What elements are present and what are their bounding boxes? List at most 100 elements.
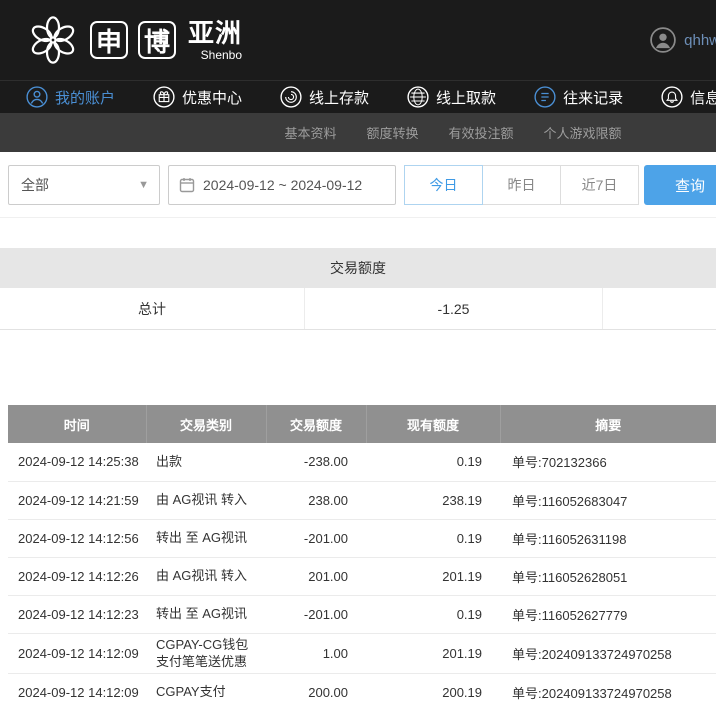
type-select[interactable]: 全部 ▼ bbox=[8, 165, 160, 205]
cell-balance: 201.19 bbox=[366, 633, 500, 673]
nav-item-records[interactable]: 往来记录 bbox=[534, 86, 623, 108]
brand-suffix: 亚洲 bbox=[188, 20, 242, 46]
summary-empty-cell bbox=[603, 288, 716, 329]
cell-time: 2024-09-12 14:12:09 bbox=[8, 673, 146, 704]
table-row: 2024-09-12 14:12:26由 AG视讯 转入201.00201.19… bbox=[8, 557, 716, 595]
chevron-down-icon: ▼ bbox=[138, 179, 149, 191]
brand-char-shen: 申 bbox=[90, 21, 128, 59]
nav-label: 线上存款 bbox=[309, 87, 369, 108]
cell-type: CGPAY支付 bbox=[146, 673, 266, 704]
nav-item-deposit[interactable]: 线上存款 bbox=[280, 86, 369, 108]
cell-balance: 0.19 bbox=[366, 443, 500, 481]
sub-nav: 基本资料 额度转换 有效投注额 个人游戏限额 bbox=[0, 113, 716, 152]
column-header: 交易类别 bbox=[146, 405, 266, 443]
flower-logo-icon bbox=[26, 13, 80, 67]
brand-logo[interactable]: 申 博 亚洲 Shenbo bbox=[26, 13, 242, 67]
cell-type: 由 AG视讯 转入 bbox=[146, 557, 266, 595]
nav-item-gift[interactable]: 优惠中心 bbox=[153, 86, 242, 108]
nav-item-bell[interactable]: 信息 bbox=[661, 86, 716, 108]
column-header: 摘要 bbox=[500, 405, 716, 443]
cell-balance: 200.19 bbox=[366, 673, 500, 704]
username: qhhw bbox=[684, 32, 716, 49]
cell-note: 单号:116052627779 bbox=[500, 595, 716, 633]
table-row: 2024-09-12 14:12:23转出 至 AG视讯-201.000.19单… bbox=[8, 595, 716, 633]
cell-balance: 0.19 bbox=[366, 519, 500, 557]
table-row: 2024-09-12 14:12:56转出 至 AG视讯-201.000.19单… bbox=[8, 519, 716, 557]
type-select-value: 全部 bbox=[21, 175, 49, 195]
table-row: 2024-09-12 14:12:09CGPAY-CG钱包支付笔笔送优惠1.00… bbox=[8, 633, 716, 673]
range-button[interactable]: 近7日 bbox=[560, 165, 639, 205]
cell-type: 转出 至 AG视讯 bbox=[146, 519, 266, 557]
summary-table: 交易额度 总计 -1.25 bbox=[0, 248, 716, 330]
cell-type: 由 AG视讯 转入 bbox=[146, 481, 266, 519]
brand-char-bo: 博 bbox=[138, 21, 176, 59]
nav-label: 信息 bbox=[690, 87, 716, 108]
date-range-input[interactable]: 2024-09-12 ~ 2024-09-12 bbox=[168, 165, 396, 205]
cell-time: 2024-09-12 14:21:59 bbox=[8, 481, 146, 519]
calendar-icon bbox=[179, 177, 195, 193]
withdraw-icon bbox=[407, 86, 429, 108]
bell-icon bbox=[661, 86, 683, 108]
summary-label: 总计 bbox=[0, 288, 305, 329]
nav-label: 线上取款 bbox=[436, 87, 496, 108]
brand-subtitle: Shenbo bbox=[201, 49, 242, 61]
cell-balance: 0.19 bbox=[366, 595, 500, 633]
tx-body: 2024-09-12 14:25:38出款-238.000.19单号:70213… bbox=[8, 443, 716, 704]
quick-range-group: 今日昨日近7日 bbox=[404, 165, 639, 205]
cell-time: 2024-09-12 14:12:23 bbox=[8, 595, 146, 633]
cell-note: 单号:702132366 bbox=[500, 443, 716, 481]
nav-item-user[interactable]: 我的账户 bbox=[26, 86, 115, 108]
deposit-icon bbox=[280, 86, 302, 108]
topbar: 申 博 亚洲 Shenbo qhhw bbox=[0, 0, 716, 80]
cell-type: 转出 至 AG视讯 bbox=[146, 595, 266, 633]
records-icon bbox=[534, 86, 556, 108]
summary-row: 总计 -1.25 bbox=[0, 288, 716, 330]
account-area[interactable]: qhhw bbox=[650, 27, 716, 53]
cell-amount: 201.00 bbox=[266, 557, 366, 595]
cell-time: 2024-09-12 14:25:38 bbox=[8, 443, 146, 481]
summary-value: -1.25 bbox=[305, 288, 603, 329]
cell-amount: -201.00 bbox=[266, 595, 366, 633]
nav-label: 我的账户 bbox=[55, 87, 115, 108]
tx-head-row: 时间交易类别交易额度现有额度摘要 bbox=[8, 405, 716, 443]
cell-amount: 1.00 bbox=[266, 633, 366, 673]
transactions-table: 时间交易类别交易额度现有额度摘要 2024-09-12 14:25:38出款-2… bbox=[8, 405, 716, 704]
cell-amount: 200.00 bbox=[266, 673, 366, 704]
nav-label: 往来记录 bbox=[563, 87, 623, 108]
date-range-value: 2024-09-12 ~ 2024-09-12 bbox=[203, 177, 362, 193]
nav-label: 优惠中心 bbox=[182, 87, 242, 108]
main-nav: 我的账户 优惠中心 线上存款 线上取款 往来记录 信息 bbox=[0, 80, 716, 113]
column-header: 时间 bbox=[8, 405, 146, 443]
column-header: 交易额度 bbox=[266, 405, 366, 443]
cell-type: CGPAY-CG钱包支付笔笔送优惠 bbox=[146, 633, 266, 673]
user-avatar-icon bbox=[650, 27, 676, 53]
cell-time: 2024-09-12 14:12:26 bbox=[8, 557, 146, 595]
user-icon bbox=[26, 86, 48, 108]
table-row: 2024-09-12 14:21:59由 AG视讯 转入238.00238.19… bbox=[8, 481, 716, 519]
cell-note: 单号:116052683047 bbox=[500, 481, 716, 519]
table-row: 2024-09-12 14:25:38出款-238.000.19单号:70213… bbox=[8, 443, 716, 481]
cell-time: 2024-09-12 14:12:56 bbox=[8, 519, 146, 557]
cell-amount: 238.00 bbox=[266, 481, 366, 519]
summary-title: 交易额度 bbox=[0, 248, 716, 288]
cell-note: 单号:202409133724970258 bbox=[500, 673, 716, 704]
gift-icon bbox=[153, 86, 175, 108]
cell-note: 单号:116052631198 bbox=[500, 519, 716, 557]
subnav-item[interactable]: 基本资料 bbox=[284, 123, 336, 142]
subnav-item[interactable]: 个人游戏限额 bbox=[544, 123, 622, 142]
cell-type: 出款 bbox=[146, 443, 266, 481]
cell-balance: 201.19 bbox=[366, 557, 500, 595]
column-header: 现有额度 bbox=[366, 405, 500, 443]
range-button[interactable]: 昨日 bbox=[482, 165, 561, 205]
cell-time: 2024-09-12 14:12:09 bbox=[8, 633, 146, 673]
cell-amount: -238.00 bbox=[266, 443, 366, 481]
cell-balance: 238.19 bbox=[366, 481, 500, 519]
search-button[interactable]: 查询 bbox=[644, 165, 716, 205]
range-button[interactable]: 今日 bbox=[404, 165, 483, 205]
page: 申 博 亚洲 Shenbo qhhw 我的账户 优惠中心 线上存款 线上取款 往来记录 信… bbox=[0, 0, 716, 704]
subnav-item[interactable]: 额度转换 bbox=[366, 123, 418, 142]
table-row: 2024-09-12 14:12:09CGPAY支付200.00200.19单号… bbox=[8, 673, 716, 704]
cell-amount: -201.00 bbox=[266, 519, 366, 557]
nav-item-withdraw[interactable]: 线上取款 bbox=[407, 86, 496, 108]
subnav-item[interactable]: 有效投注额 bbox=[449, 123, 514, 142]
